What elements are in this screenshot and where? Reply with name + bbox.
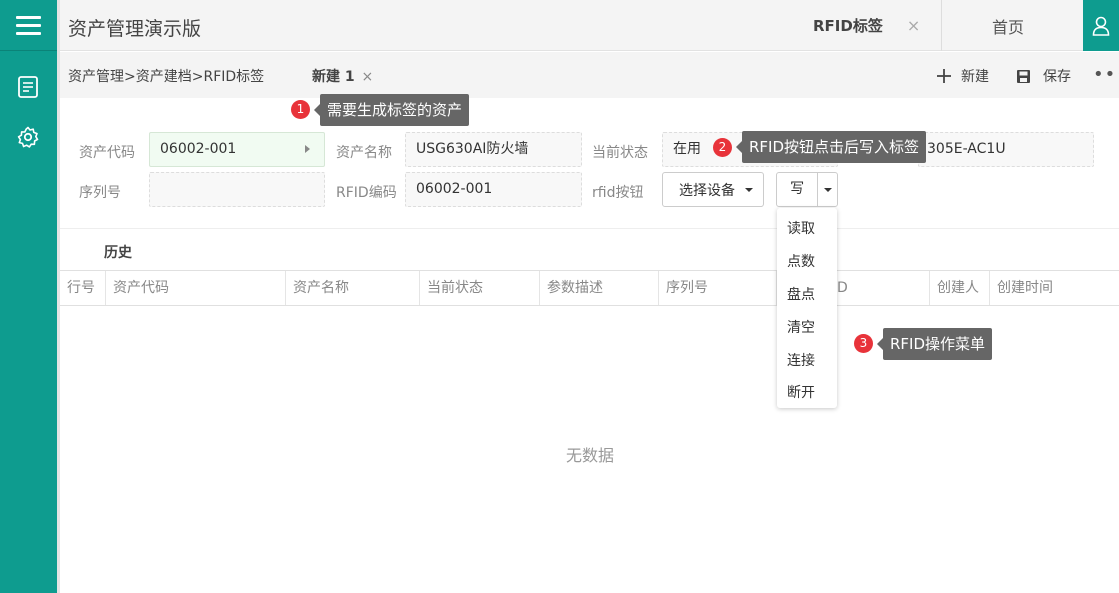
- user-button[interactable]: [1083, 0, 1119, 51]
- rfid-code-field[interactable]: 06002-001: [405, 172, 582, 207]
- save-icon: [1017, 69, 1030, 83]
- breadcrumb[interactable]: 资产管理>资产建档>RFID标签: [68, 66, 264, 86]
- history-title: 历史: [104, 245, 132, 261]
- write-split-button[interactable]: 写: [776, 172, 838, 207]
- menu-item-count[interactable]: 点数: [787, 251, 815, 271]
- serial-label: 序列号: [79, 185, 121, 201]
- chevron-down-icon: [745, 187, 753, 192]
- column-header[interactable]: 参数描述: [540, 271, 659, 305]
- tab-home[interactable]: 首页: [992, 0, 1024, 51]
- section-divider: [60, 228, 1119, 229]
- asset-code-value: 06002-001: [160, 141, 237, 157]
- menu-item-inventory[interactable]: 盘点: [787, 284, 815, 304]
- rfid-code-value: 06002-001: [416, 181, 493, 197]
- plus-icon: [937, 69, 951, 83]
- rfid-operation-menu: 读取 点数 盘点 清空 连接 断开: [777, 208, 837, 408]
- select-device-label: 选择设备: [679, 182, 735, 199]
- close-icon[interactable]: ×: [362, 69, 374, 85]
- tab-rfid-label-text: RFID标签: [813, 17, 883, 35]
- tab-new-1-label: 新建 1: [312, 69, 355, 85]
- sub-header: 资产管理>资产建档>RFID标签 新建 1 × 新建 保存 •••: [60, 52, 1119, 98]
- column-header[interactable]: 资产名称: [286, 271, 420, 305]
- document-icon[interactable]: [16, 75, 40, 99]
- save-button-label: 保存: [1043, 69, 1071, 85]
- write-dropdown-toggle[interactable]: [818, 187, 837, 192]
- tab-rfid-label[interactable]: RFID标签 ×: [800, 0, 942, 51]
- asset-name-label: 资产名称: [336, 145, 392, 161]
- annotation-callout-2: RFID按钮点击后写入标签: [735, 131, 927, 163]
- column-header[interactable]: 资产代码: [106, 271, 286, 305]
- user-icon: [1092, 16, 1110, 36]
- write-button[interactable]: 写: [777, 173, 819, 206]
- annotation-badge-1: 1: [291, 100, 310, 119]
- serial-field[interactable]: [149, 172, 325, 207]
- annotation-badge-3: 3: [854, 334, 873, 353]
- menu-item-connect[interactable]: 连接: [787, 350, 815, 370]
- rfid-code-label: RFID编码: [336, 185, 397, 201]
- menu-toggle[interactable]: [0, 0, 57, 51]
- menu-item-read[interactable]: 读取: [787, 218, 815, 238]
- rfid-button-label: rfid按钮: [592, 185, 644, 201]
- empty-state: 无数据: [566, 446, 615, 465]
- annotation-callout-3: RFID操作菜单: [876, 328, 993, 360]
- status-value: 在用: [673, 141, 701, 157]
- history-table-header: 行号 资产代码 资产名称 当前状态 参数描述 序列号 D 创建人 创建时间: [60, 270, 1119, 306]
- caret-right-icon[interactable]: [305, 145, 310, 153]
- top-header: 资产管理演示版 RFID标签 × 首页: [60, 0, 1119, 51]
- column-header[interactable]: 创建时间: [990, 271, 1119, 305]
- status-label: 当前状态: [592, 145, 648, 161]
- asset-name-field[interactable]: USG630AI防火墙: [405, 132, 582, 167]
- param-field[interactable]: 305E-AC1U: [918, 132, 1094, 167]
- column-header[interactable]: 当前状态: [420, 271, 540, 305]
- close-icon[interactable]: ×: [907, 16, 920, 35]
- asset-code-label: 资产代码: [79, 145, 135, 161]
- menu-item-clear[interactable]: 清空: [787, 317, 815, 337]
- annotation-badge-2: 2: [713, 138, 732, 157]
- sidebar: [0, 0, 57, 593]
- annotation-callout-1: 需要生成标签的资产: [313, 94, 470, 126]
- column-header[interactable]: 行号: [60, 271, 106, 305]
- save-button[interactable]: 保存: [1016, 66, 1071, 86]
- new-button-label: 新建: [961, 69, 989, 85]
- param-value: 305E-AC1U: [927, 141, 1006, 157]
- app-title: 资产管理演示版: [68, 18, 202, 40]
- asset-name-value: USG630AI防火墙: [416, 141, 529, 157]
- menu-item-disconnect[interactable]: 断开: [787, 382, 815, 402]
- column-header[interactable]: 序列号: [659, 271, 777, 305]
- chevron-down-icon: [823, 187, 832, 192]
- gear-icon[interactable]: [16, 125, 40, 149]
- column-header[interactable]: 创建人: [930, 271, 990, 305]
- tab-new-1[interactable]: 新建 1 ×: [312, 66, 373, 86]
- new-button[interactable]: 新建: [936, 66, 989, 86]
- more-button[interactable]: •••: [1093, 64, 1119, 85]
- hamburger-icon[interactable]: [16, 15, 41, 35]
- select-device-button[interactable]: 选择设备: [662, 172, 764, 207]
- asset-code-field[interactable]: 06002-001: [149, 132, 325, 167]
